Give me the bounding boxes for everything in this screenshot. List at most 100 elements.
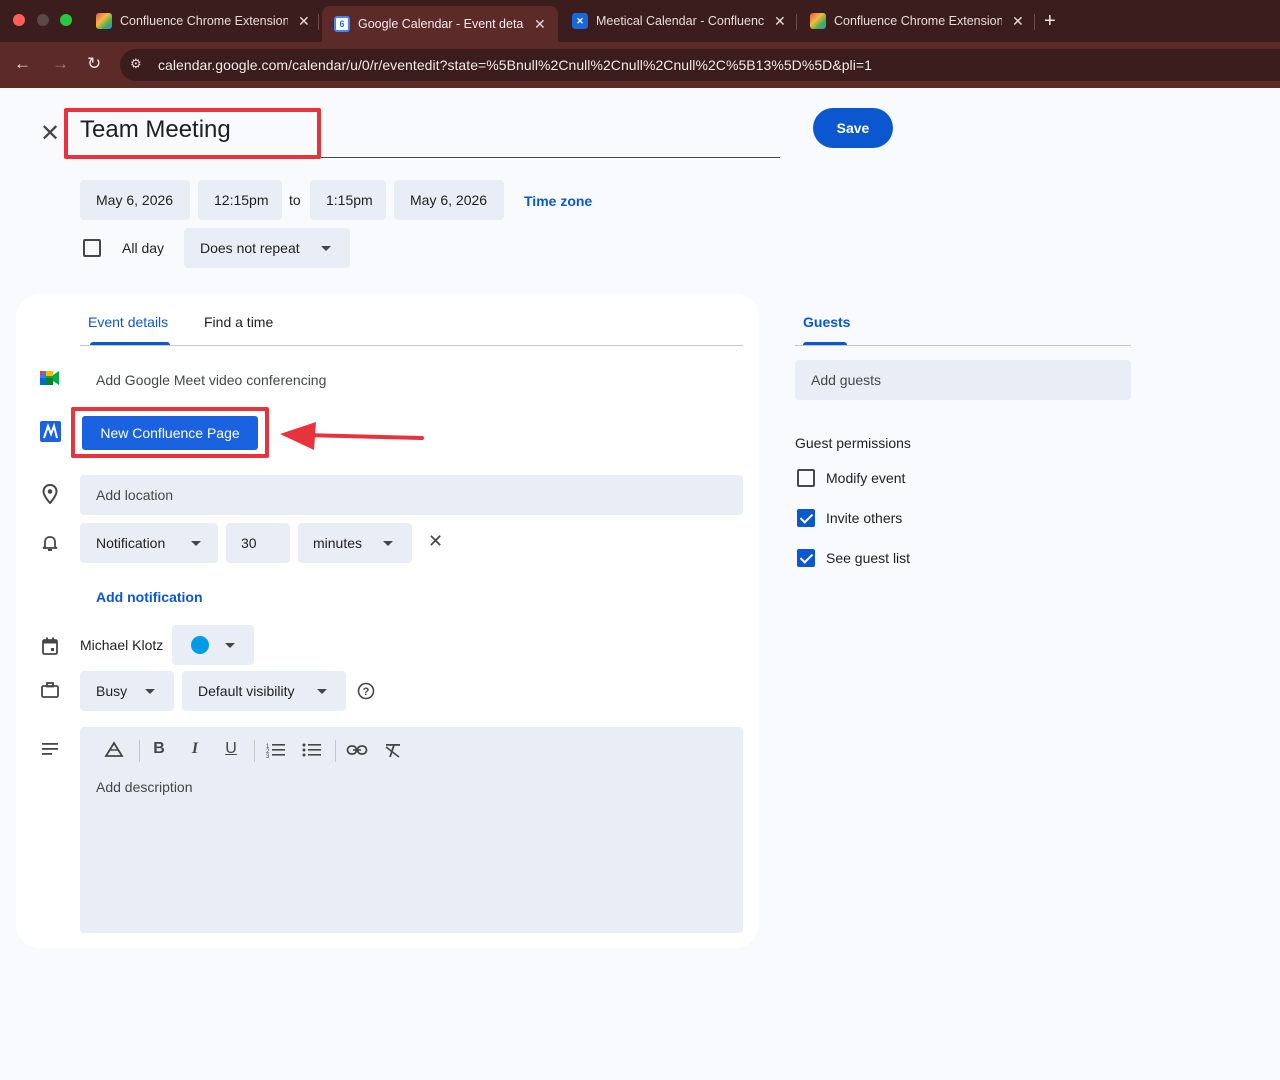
numbered-list-icon[interactable]: 1 2 3 — [265, 742, 287, 758]
rainbow-doc-icon — [810, 13, 826, 29]
invite-others-checkbox[interactable] — [797, 509, 815, 527]
availability-value: Busy — [96, 683, 128, 699]
chevron-down-icon — [383, 540, 393, 546]
start-date-value: May 6, 2026 — [96, 192, 174, 208]
meetical-app-icon — [40, 421, 61, 442]
chevron-down-icon — [225, 642, 235, 648]
browser-tab-3[interactable]: ✕ Meetical Calendar - Confluence ✕ — [560, 6, 796, 36]
notification-type-value: Notification — [96, 535, 166, 551]
italic-icon[interactable]: I — [184, 740, 206, 758]
browser-tab-2[interactable]: 6 Google Calendar - Event details ✕ — [322, 6, 558, 42]
svg-text:?: ? — [363, 686, 370, 698]
description-editor[interactable] — [80, 727, 743, 933]
back-arrow-icon[interactable]: ← — [14, 54, 31, 74]
close-tab-icon[interactable]: ✕ — [774, 13, 786, 30]
repeat-value: Does not repeat — [200, 240, 300, 256]
close-tab-icon[interactable]: ✕ — [1012, 13, 1024, 30]
modify-event-label: Modify event — [826, 470, 906, 486]
add-meet-conferencing[interactable]: Add Google Meet video conferencing — [96, 372, 326, 388]
invite-others-label: Invite others — [826, 510, 903, 526]
remove-notification-close-icon[interactable]: ✕ — [428, 531, 443, 552]
start-time-field[interactable]: 12:15pm — [198, 180, 282, 220]
tab-event-details[interactable]: Event details — [88, 314, 168, 330]
availability-dropdown[interactable]: Busy — [80, 671, 174, 711]
start-date-field[interactable]: May 6, 2026 — [80, 180, 190, 220]
confluence-icon: ✕ — [572, 13, 588, 29]
see-guest-list-checkbox[interactable] — [797, 549, 815, 567]
window-close-button[interactable] — [13, 14, 25, 26]
google-calendar-icon: 6 — [334, 16, 350, 32]
browser-tab-strip: Confluence Chrome Extension ✕ 6 Google C… — [0, 0, 1280, 42]
tab-title: Confluence Chrome Extension — [834, 14, 1002, 28]
see-guest-list-label: See guest list — [826, 550, 911, 566]
location-input[interactable]: Add location — [80, 475, 743, 515]
notification-amount-input[interactable]: 30 — [226, 523, 290, 563]
url-text[interactable]: calendar.google.com/calendar/u/0/r/event… — [158, 57, 872, 73]
window-zoom-button[interactable] — [60, 14, 72, 26]
notification-unit-value: minutes — [313, 535, 363, 551]
event-edit-page: ✕ Team Meeting Save May 6, 2026 12:15pm … — [0, 88, 1280, 1080]
google-drive-icon[interactable] — [103, 741, 125, 759]
visibility-value: Default visibility — [198, 683, 295, 699]
save-button[interactable]: Save — [813, 108, 893, 148]
add-guests-placeholder: Add guests — [811, 372, 882, 388]
event-color-dropdown[interactable] — [172, 625, 254, 665]
tab-guests[interactable]: Guests — [803, 314, 850, 330]
chevron-down-icon — [321, 245, 331, 251]
end-time-field[interactable]: 1:15pm — [310, 180, 386, 220]
rainbow-doc-icon — [96, 13, 112, 29]
description-lines-icon — [42, 743, 58, 755]
browser-tab-4[interactable]: Confluence Chrome Extension ✕ — [798, 6, 1034, 36]
help-icon[interactable]: ? — [357, 682, 375, 700]
chevron-down-icon — [317, 688, 327, 694]
arrow-annotation-icon — [280, 422, 424, 450]
chevron-down-icon — [145, 688, 155, 694]
close-tab-icon[interactable]: ✕ — [298, 13, 310, 30]
visibility-dropdown[interactable]: Default visibility — [182, 671, 346, 711]
notification-type-dropdown[interactable]: Notification — [80, 523, 218, 563]
tab-title: Confluence Chrome Extension — [120, 14, 288, 28]
link-icon[interactable] — [346, 743, 368, 757]
guests-tab-indicator — [803, 342, 847, 345]
location-placeholder: Add location — [96, 487, 174, 503]
clear-formatting-icon[interactable] — [382, 742, 404, 758]
add-notification-link[interactable]: Add notification — [96, 589, 203, 605]
tab-title: Meetical Calendar - Confluence — [596, 14, 764, 28]
toolbar-divider — [139, 740, 140, 762]
bulleted-list-icon[interactable] — [301, 742, 323, 758]
address-bar[interactable]: ⚙ calendar.google.com/calendar/u/0/r/eve… — [120, 49, 1280, 81]
underline-icon[interactable]: U — [220, 740, 242, 758]
end-date-value: May 6, 2026 — [410, 192, 488, 208]
guests-tab-divider — [795, 345, 1131, 346]
modify-event-checkbox[interactable] — [797, 469, 815, 487]
confluence-highlight-box — [71, 407, 269, 458]
add-guests-input[interactable]: Add guests — [795, 360, 1131, 400]
bell-icon — [42, 536, 58, 551]
tab-divider — [318, 14, 319, 30]
close-icon[interactable]: ✕ — [40, 122, 60, 146]
browser-toolbar: ← → ↻ ⚙ calendar.google.com/calendar/u/0… — [0, 42, 1280, 88]
close-tab-icon[interactable]: ✕ — [534, 16, 546, 33]
calendar-icon — [42, 637, 58, 655]
time-zone-link[interactable]: Time zone — [524, 193, 592, 209]
repeat-dropdown[interactable]: Does not repeat — [184, 228, 350, 268]
forward-arrow-icon[interactable]: → — [52, 54, 69, 74]
new-tab-plus-icon[interactable]: + — [1044, 10, 1056, 33]
tab-find-a-time[interactable]: Find a time — [204, 314, 273, 330]
tab-divider — [1034, 14, 1035, 30]
window-minimize-button[interactable] — [37, 14, 49, 26]
toolbar-divider — [335, 740, 336, 762]
all-day-label: All day — [122, 240, 165, 256]
description-placeholder: Add description — [96, 779, 193, 795]
end-date-field[interactable]: May 6, 2026 — [394, 180, 504, 220]
site-settings-icon[interactable]: ⚙ — [130, 56, 148, 74]
to-label: to — [289, 192, 301, 208]
notification-unit-dropdown[interactable]: minutes — [298, 523, 412, 563]
toolbar-divider — [254, 740, 255, 762]
briefcase-icon — [41, 682, 59, 698]
location-pin-icon — [42, 484, 58, 504]
browser-tab-1[interactable]: Confluence Chrome Extension ✕ — [84, 6, 320, 36]
all-day-checkbox[interactable] — [83, 239, 101, 257]
bold-icon[interactable]: B — [148, 740, 170, 758]
reload-icon[interactable]: ↻ — [87, 54, 101, 74]
